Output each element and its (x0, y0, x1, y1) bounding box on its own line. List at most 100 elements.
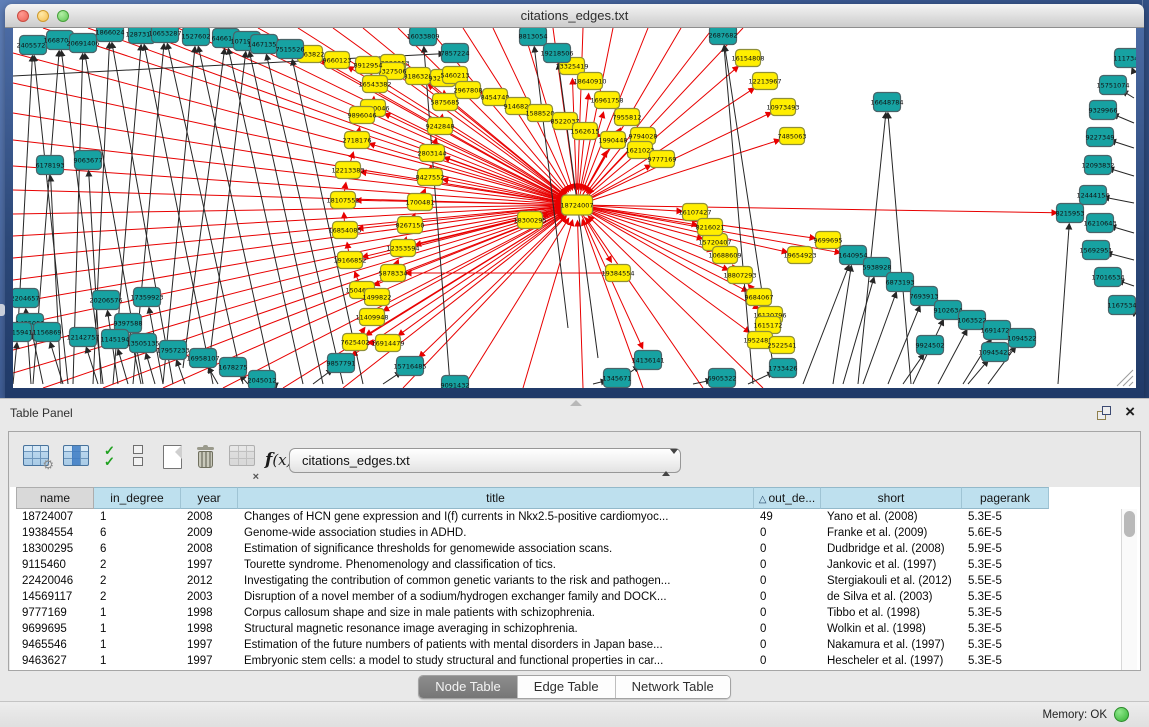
table-cell: 5.3E-5 (963, 621, 1050, 637)
resize-grip-icon[interactable] (1123, 376, 1133, 386)
graph-node-label: 1615172 (754, 321, 783, 329)
column-header-name[interactable]: name (16, 487, 94, 509)
tab-node-table[interactable]: Node Table (419, 676, 517, 698)
table-select-dropdown[interactable]: citations_edges.txt (289, 448, 681, 473)
table-row[interactable]: 969969511998Structural magnetic resonanc… (10, 621, 1120, 637)
graph-node-label: 16154808 (731, 54, 764, 62)
table-row[interactable]: 2242004622012Investigating the contribut… (10, 573, 1120, 589)
graph-edge (86, 347, 98, 384)
table-cell: Investigating the contribution of common… (239, 573, 755, 589)
delete-trash-icon[interactable] (197, 445, 214, 477)
graph-node-label: 19166852 (333, 256, 366, 264)
graph-edge (228, 49, 303, 384)
graph-node-label: 12142757 (66, 333, 99, 341)
table-settings-icon[interactable]: ⚙ (23, 445, 49, 477)
graph-node-label: 12213383 (331, 166, 364, 174)
graph-edge (118, 350, 128, 384)
network-desktop: citations_edges.txt 18724007224200469896… (0, 0, 1149, 398)
graph-node-label: 6905322 (708, 374, 737, 382)
graph-node-label: 17359923 (130, 293, 163, 301)
network-canvas[interactable]: 1872400722420046989604627181761221338318… (13, 28, 1136, 388)
table-row[interactable]: 946362711997Embryonic stem cells: a mode… (10, 653, 1120, 669)
float-panel-icon[interactable] (1097, 406, 1111, 420)
column-header-year[interactable]: year (181, 487, 238, 509)
table-row[interactable]: 911546021997Tourette syndrome. Phenomeno… (10, 557, 1120, 573)
graph-node-label: 16107427 (678, 208, 711, 216)
graph-node-label: 10688609 (708, 251, 741, 259)
close-panel-icon[interactable]: × (1125, 402, 1135, 422)
new-document-icon[interactable] (163, 445, 182, 477)
table-cell: 2008 (182, 509, 239, 525)
table-row[interactable]: 1872400712008Changes of HCN gene express… (10, 509, 1120, 525)
table-cell: 2009 (182, 525, 239, 541)
table-row[interactable]: 946554611997Estimation of the future num… (10, 637, 1120, 653)
column-header-short[interactable]: short (821, 487, 962, 509)
network-frame-title: citations_edges.txt (5, 8, 1144, 23)
table-cell: de Silva et al. (2003) (822, 589, 963, 605)
graph-node-label: 19384554 (601, 269, 634, 277)
table-cell: 2 (95, 589, 182, 605)
graph-node-label: 8267150 (396, 221, 425, 229)
graph-node-label: 2204657 (13, 294, 39, 302)
graph-node-label: 16854085 (328, 226, 361, 234)
graph-edge (208, 368, 218, 384)
table-cell: Hescheler et al. (1997) (822, 653, 963, 669)
graph-node-label: 1990448 (599, 136, 628, 144)
scrollbar-thumb[interactable] (1124, 511, 1135, 537)
graph-node-label: 9684067 (745, 293, 774, 301)
network-frame[interactable]: citations_edges.txt 18724007224200469896… (5, 4, 1144, 398)
network-graph-svg[interactable]: 1872400722420046989604627181761221338318… (13, 28, 1136, 388)
application-window: citations_edges.txt 18724007224200469896… (0, 0, 1149, 727)
table-panel: Table Panel × ⚙ ✓✓ (0, 398, 1149, 727)
graph-node-label: 9896046 (348, 111, 377, 119)
splitter-collapse-handle[interactable] (0, 304, 5, 316)
column-header-out_de[interactable]: △out_de... (754, 487, 821, 509)
graph-node-label: 9660123 (323, 56, 352, 64)
graph-node-label: 19218506 (540, 49, 573, 57)
graph-edge (249, 52, 323, 384)
row-height-icon[interactable] (133, 445, 143, 477)
graph-node-label: 18807293 (723, 271, 756, 279)
graph-node-label: 2967808 (454, 86, 483, 94)
graph-node-label: 20206576 (89, 296, 122, 304)
graph-node-label: 1527602 (182, 32, 211, 40)
graph-node-label: 1345671 (603, 374, 632, 382)
table-row[interactable]: 1938455462009Genome-wide association stu… (10, 525, 1120, 541)
memory-status-indicator[interactable] (1114, 707, 1129, 722)
table-cell: 1 (95, 637, 182, 653)
select-column-icon[interactable] (63, 445, 89, 477)
column-header-pagerank[interactable]: pagerank (962, 487, 1049, 509)
table-cell: Estimation of the future numbers of pati… (239, 637, 755, 653)
graph-node-label: 13505135 (126, 339, 159, 347)
table-row[interactable]: 1830029562008Estimation of significance … (10, 541, 1120, 557)
graph-edge (51, 176, 61, 384)
tab-edge-table[interactable]: Edge Table (517, 676, 615, 698)
graph-node-label: 2045012 (248, 376, 277, 384)
graph-node-label: 1499822 (363, 293, 392, 301)
table-row[interactable]: 1456911722003Disruption of a novel membe… (10, 589, 1120, 605)
graph-node-label: 16543382 (358, 80, 391, 88)
table-cell: Nakamura et al. (1997) (822, 637, 963, 653)
table-cell: Jankovic et al. (1997) (822, 557, 963, 573)
column-header-in_degree[interactable]: in_degree (94, 487, 181, 509)
graph-edge (13, 190, 561, 205)
table-cell: 14569117 (17, 589, 95, 605)
graph-node-label: 18300295 (513, 216, 546, 224)
resize-grip-icon[interactable] (1129, 382, 1133, 386)
graph-node-label: 1700481 (406, 198, 435, 206)
network-frame-titlebar[interactable]: citations_edges.txt (5, 4, 1144, 28)
table-cell: 2 (95, 557, 182, 573)
apply-checks-icon[interactable]: ✓✓ (104, 445, 115, 477)
tab-network-table[interactable]: Network Table (615, 676, 730, 698)
table-cell: Embryonic stem cells: a model to study s… (239, 653, 755, 669)
table-vertical-scrollbar[interactable] (1121, 509, 1137, 670)
table-cell: 1998 (182, 605, 239, 621)
column-header-title[interactable]: title (238, 487, 754, 509)
table-cell: 1 (95, 605, 182, 621)
graph-edge (588, 216, 763, 388)
table-cell: 5.9E-5 (963, 541, 1050, 557)
graph-node-label: 1094522 (1008, 334, 1037, 342)
graph-node-label: 6178193 (36, 161, 65, 169)
graph-node-label: 8813054 (519, 32, 548, 40)
table-row[interactable]: 977716911998Corpus callosum shape and si… (10, 605, 1120, 621)
